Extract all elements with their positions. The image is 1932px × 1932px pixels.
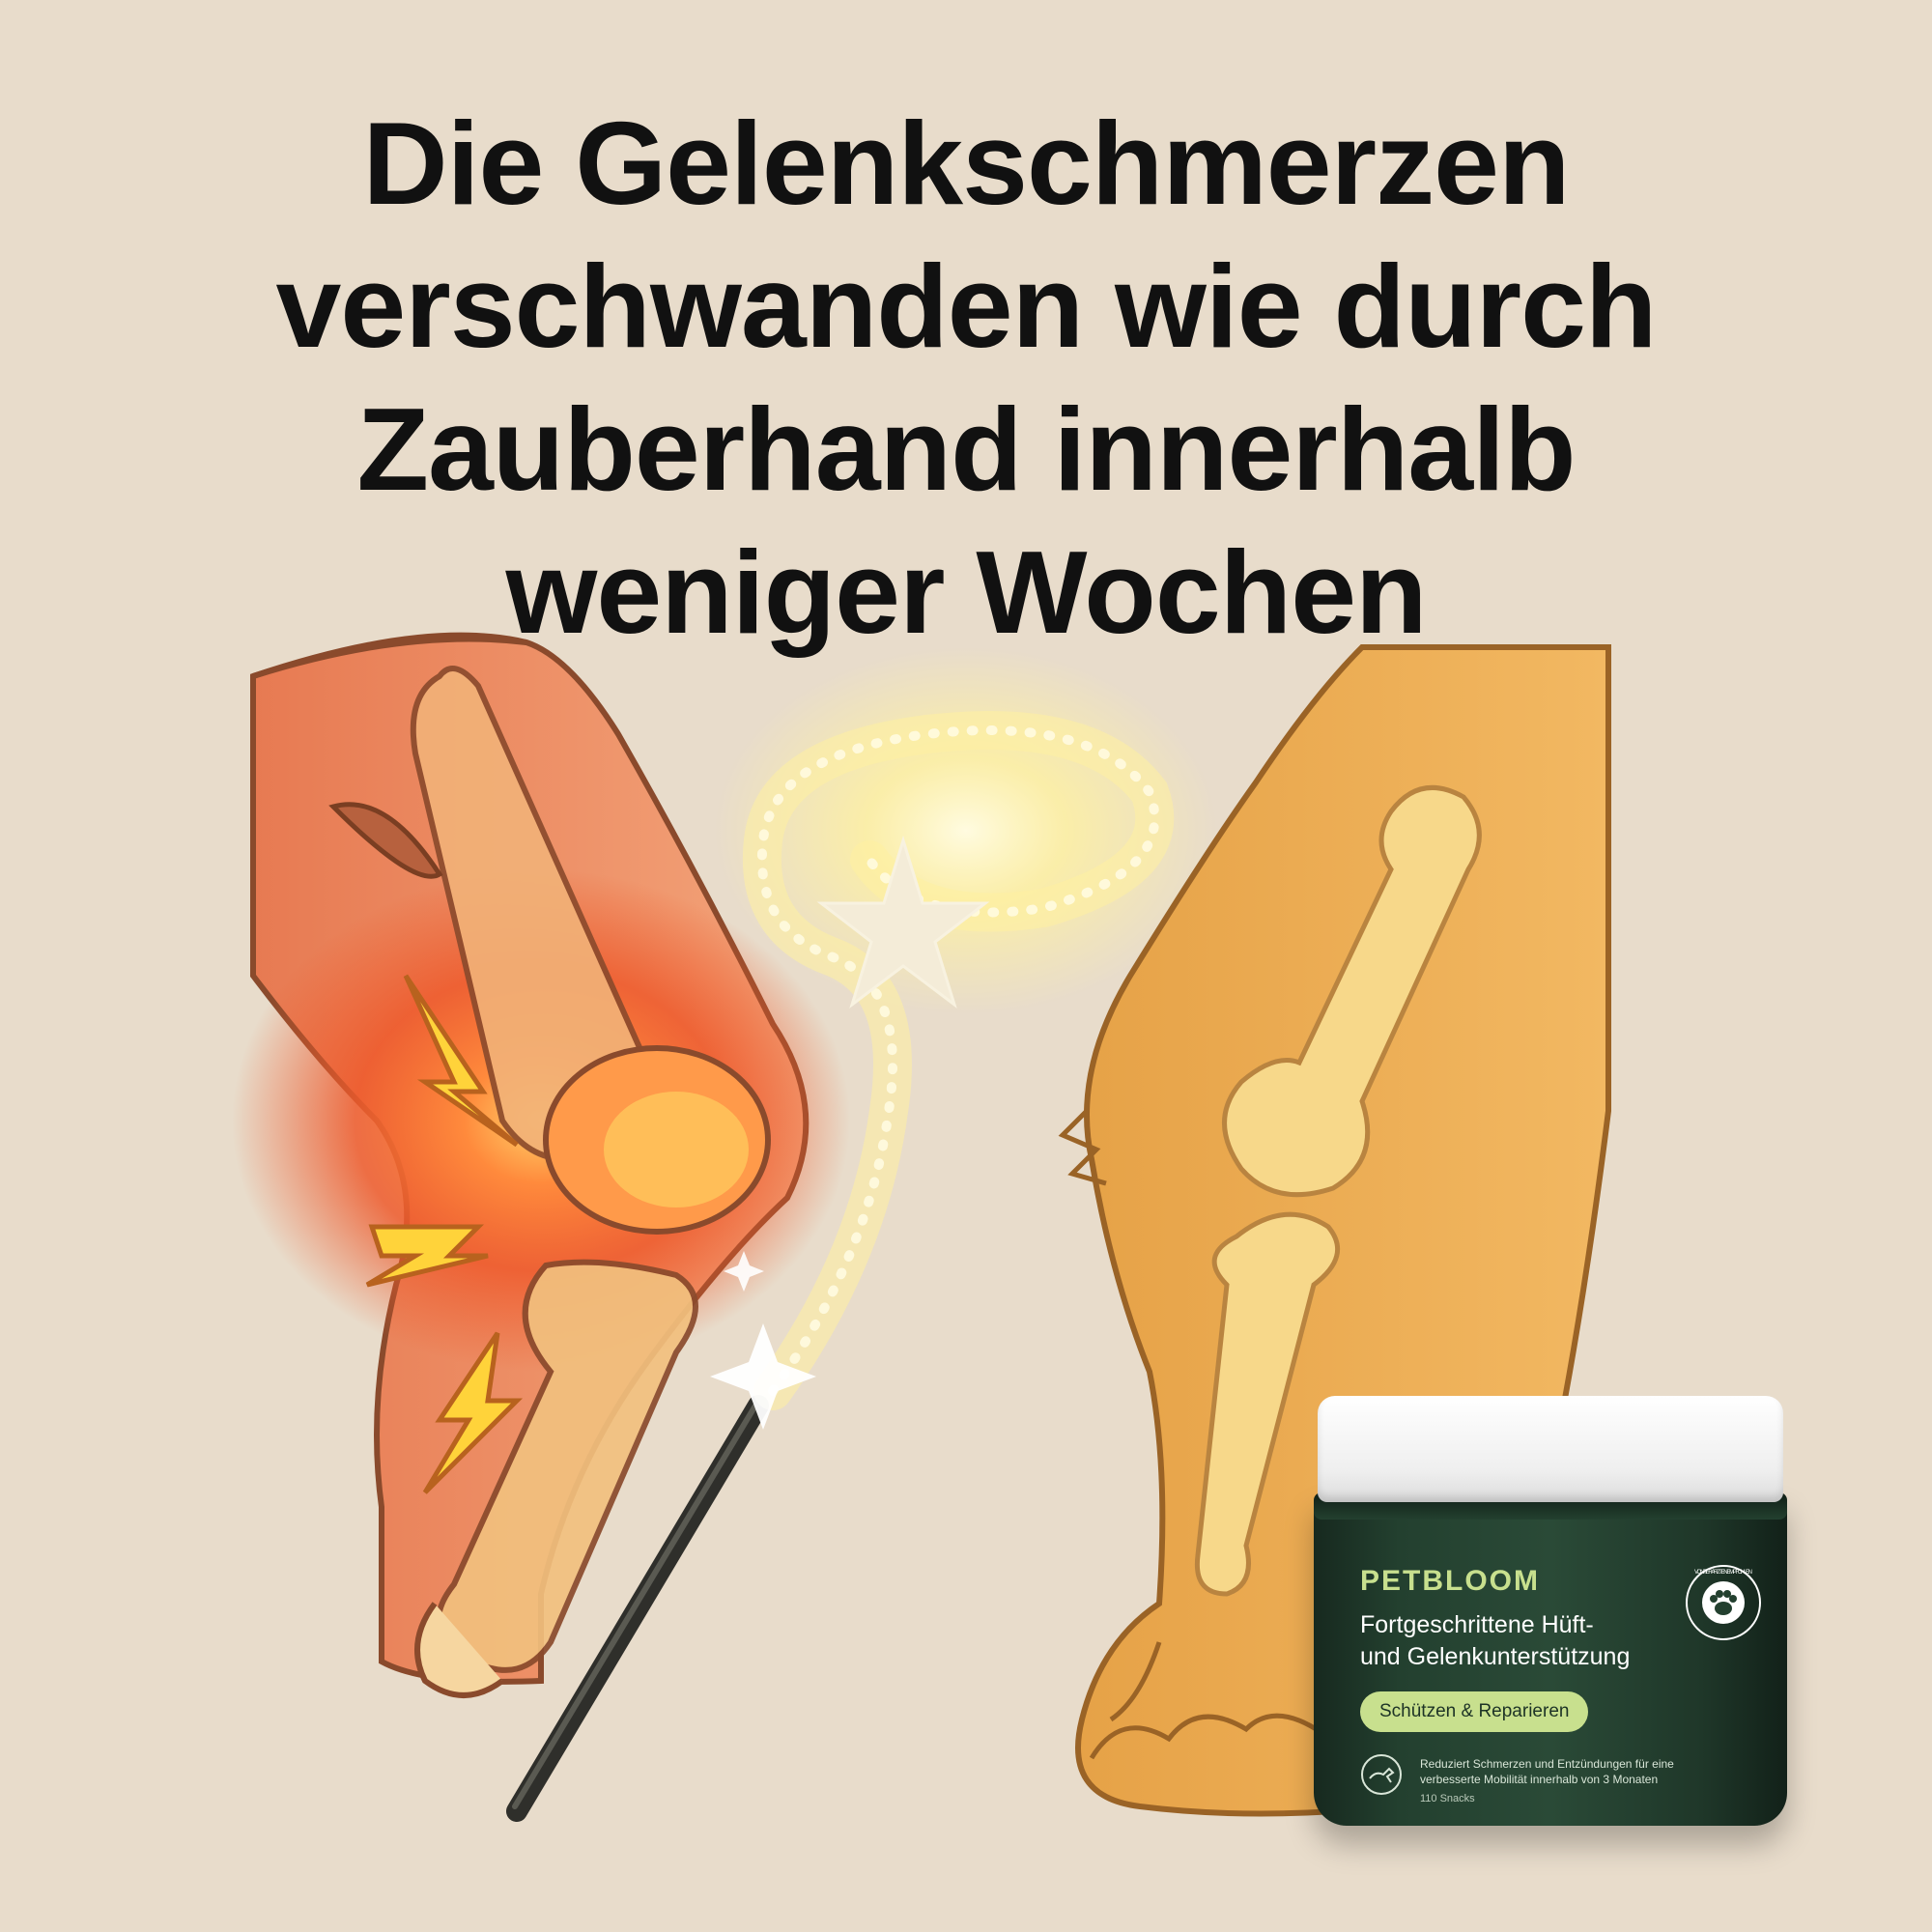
vet-badge-text: VON TIERÄRZTEN EMPFOHLEN [1694, 1569, 1752, 1576]
headline-line-1: Die Gelenkschmerzen [362, 98, 1570, 229]
brand-name: PETBLOOM [1360, 1565, 1540, 1597]
dog-icon [1361, 1754, 1402, 1795]
product-jar: PETBLOOM Fortgeschrittene Hüft- und Gele… [1314, 1396, 1787, 1826]
vet-badge: VON TIERÄRZTEN EMPFOHLEN [1686, 1565, 1761, 1640]
snack-count: 110 Snacks [1420, 1793, 1475, 1804]
headline-line-3: Zauberhand innerhalb [356, 384, 1576, 515]
benefit-text: Reduziert Schmerzen und Entzündungen für… [1420, 1757, 1674, 1786]
product-name-line-1: Fortgeschrittene Hüft- [1360, 1611, 1594, 1638]
product-name-line-2: und Gelenkunterstützung [1360, 1643, 1631, 1670]
headline-line-2: verschwanden wie durch [275, 241, 1658, 372]
jar-lid [1318, 1396, 1783, 1502]
tagline-pill: Schützen & Reparieren [1360, 1691, 1589, 1732]
headline-line-4: weniger Wochen [505, 526, 1427, 658]
headline: Die Gelenkschmerzen verschwanden wie dur… [0, 92, 1932, 664]
